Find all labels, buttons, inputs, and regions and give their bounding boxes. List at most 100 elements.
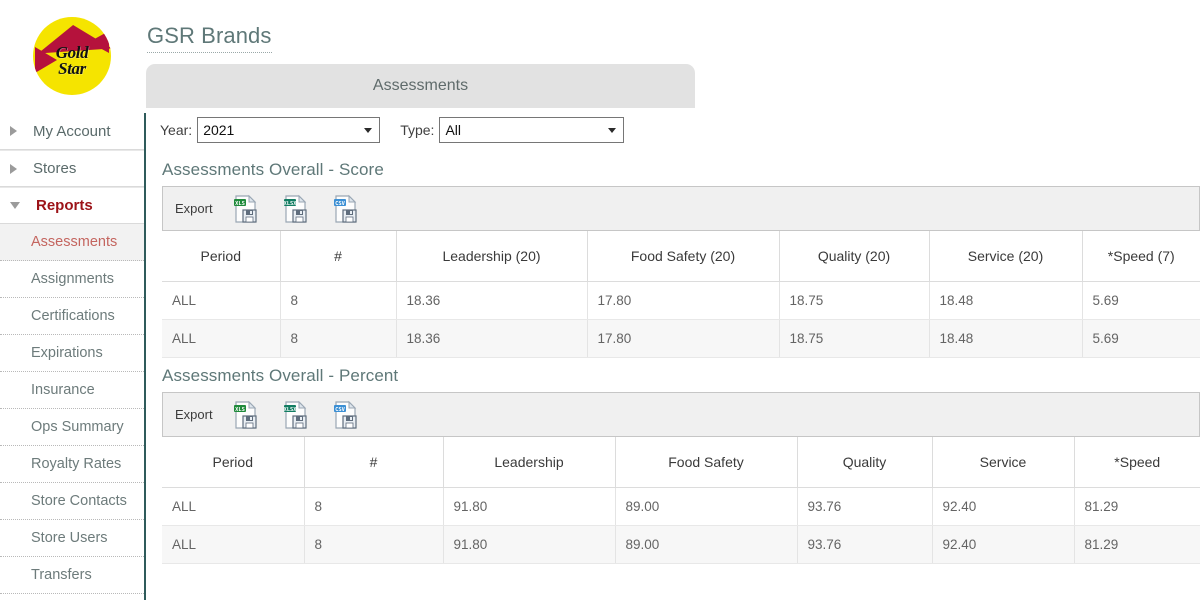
table-header-row: Period # Leadership Food Safety Quality Servi… [162, 437, 1200, 488]
table-cell: 89.00 [615, 487, 798, 526]
sidebar-subitem-assessments[interactable]: Assessments [0, 224, 144, 261]
export-xls-icon[interactable]: XLS [231, 400, 261, 430]
table-row[interactable]: ALL 8 18.36 17.80 18.75 18.48 5.69 [162, 281, 1200, 320]
table-cell: ALL [162, 281, 281, 320]
table-cell: 18.36 [396, 281, 588, 320]
table-cell: 91.80 [443, 487, 616, 526]
sidebar-item-stores[interactable]: Stores [0, 150, 144, 187]
sidebar-subitem-transfers[interactable]: Transfers [0, 557, 144, 594]
table-cell: 8 [280, 281, 397, 320]
sidebar-subitem-insurance[interactable]: Insurance [0, 372, 144, 409]
report-sections: Assessments Overall - Score Export XLS XLSX… [148, 152, 1200, 564]
table-cell: 5.69 [1082, 319, 1200, 358]
export-toolbar: Export XLS XLSX CSV [162, 392, 1200, 437]
svg-text:XLS: XLS [235, 406, 245, 412]
svg-text:CSV: CSV [335, 406, 345, 412]
table-row[interactable]: ALL 8 18.36 17.80 18.75 18.48 5.69 [162, 319, 1200, 358]
export-csv-icon[interactable]: CSV [331, 400, 361, 430]
sidebar-subitem-expirations[interactable]: Expirations [0, 335, 144, 372]
export-xlsx-icon[interactable]: XLSX [281, 400, 311, 430]
column-header[interactable]: *Speed (7) [1082, 231, 1200, 282]
year-select[interactable]: 2021 [197, 117, 381, 143]
column-header[interactable]: Food Safety (20) [587, 231, 780, 282]
sidebar-subitem-assignments[interactable]: Assignments [0, 261, 144, 298]
svg-text:XLS: XLS [235, 200, 245, 206]
table-cell: 8 [280, 319, 397, 358]
column-header[interactable]: # [304, 437, 444, 488]
caret-right-icon [10, 163, 17, 174]
table-cell: 92.40 [932, 487, 1075, 526]
column-header[interactable]: Leadership [443, 437, 616, 488]
svg-text:XLSX: XLSX [283, 406, 297, 412]
sidebar-item-label: My Account [33, 122, 111, 140]
table-cell: 5.69 [1082, 281, 1200, 320]
svg-text:XLSX: XLSX [283, 200, 297, 206]
export-csv-icon[interactable]: CSV [331, 194, 361, 224]
type-label: Type: [400, 122, 435, 138]
column-header[interactable]: Service (20) [929, 231, 1083, 282]
sidebar-item-reports[interactable]: Reports [0, 187, 144, 224]
tab-label: Assessments [372, 77, 469, 94]
sidebar-item-label: Reports [36, 197, 93, 214]
sidebar-item-my-account[interactable]: My Account [0, 113, 144, 150]
column-header[interactable]: Quality [797, 437, 933, 488]
sidebar-subitem-ops-summary[interactable]: Ops Summary [0, 409, 144, 446]
sidebar-subitem-store-users[interactable]: Store Users [0, 520, 144, 557]
sidebar-item-label: Stores [33, 160, 77, 177]
table-cell: 17.80 [587, 281, 780, 320]
report-table: Period # Leadership Food Safety Quality Servi… [162, 437, 1200, 564]
table-row[interactable]: ALL 8 91.80 89.00 93.76 92.40 81.29 [162, 487, 1200, 526]
table-row[interactable]: ALL 8 91.80 89.00 93.76 92.40 81.29 [162, 525, 1200, 564]
page-title: GSR Brands [147, 23, 272, 53]
tab-assessments[interactable]: Assessments [146, 64, 695, 108]
type-select[interactable]: All [439, 117, 625, 143]
export-label: Export [175, 407, 213, 422]
section-title: Assessments Overall - Percent [162, 366, 399, 385]
table-cell: 89.00 [615, 525, 798, 564]
year-label: Year: [160, 122, 193, 138]
table-header-row: Period # Leadership (20) Food Safety (20) Qu… [162, 231, 1200, 282]
export-xlsx-icon[interactable]: XLSX [281, 194, 311, 224]
column-header[interactable]: *Speed [1074, 437, 1200, 488]
report-table: Period # Leadership (20) Food Safety (20) Qu… [162, 231, 1200, 358]
table-cell: 81.29 [1074, 525, 1200, 564]
table-cell: 91.80 [443, 525, 616, 564]
export-toolbar: Export XLS XLSX CSV [162, 186, 1200, 231]
column-header[interactable]: Period [162, 437, 305, 488]
table-cell: ALL [162, 525, 305, 564]
sidebar-subitem-royalty-rates[interactable]: Royalty Rates [0, 446, 144, 483]
table-cell: ALL [162, 487, 305, 526]
table-cell: ALL [162, 319, 281, 358]
table-cell: 8 [304, 525, 444, 564]
table-cell: 18.48 [929, 319, 1083, 358]
table-cell: 92.40 [932, 525, 1075, 564]
gold-star-logo[interactable]: Gold Star [33, 17, 111, 95]
column-header[interactable]: Food Safety [615, 437, 798, 488]
column-header[interactable]: Period [162, 231, 281, 282]
logo-circle: Gold Star [33, 17, 111, 95]
column-header[interactable]: # [280, 231, 397, 282]
content-area: Year: 2021 Type: All Assessments Overall… [148, 108, 1200, 600]
table-cell: 93.76 [797, 525, 933, 564]
type-select-value: All [445, 122, 461, 138]
logo-text: Gold Star [33, 44, 111, 78]
table-cell: 8 [304, 487, 444, 526]
column-header[interactable]: Service [932, 437, 1075, 488]
export-xls-icon[interactable]: XLS [231, 194, 261, 224]
table-cell: 18.75 [779, 319, 930, 358]
export-label: Export [175, 201, 213, 216]
sidebar: My Account Stores Reports Assessments Assign… [0, 113, 146, 600]
caret-right-icon [10, 126, 17, 136]
sidebar-subitem-store-contacts[interactable]: Store Contacts [0, 483, 144, 520]
app-root: Gold Star GSR Brands Assessments My Acco… [0, 0, 1200, 600]
table-cell: 18.36 [396, 319, 588, 358]
table-cell: 93.76 [797, 487, 933, 526]
logo-text-line2: Star [58, 59, 86, 78]
column-header[interactable]: Leadership (20) [396, 231, 588, 282]
sidebar-subitem-certifications[interactable]: Certifications [0, 298, 144, 335]
chevron-down-icon [608, 128, 617, 133]
column-header[interactable]: Quality (20) [779, 231, 930, 282]
svg-text:CSV: CSV [335, 200, 345, 206]
table-cell: 81.29 [1074, 487, 1200, 526]
table-cell: 17.80 [587, 319, 780, 358]
